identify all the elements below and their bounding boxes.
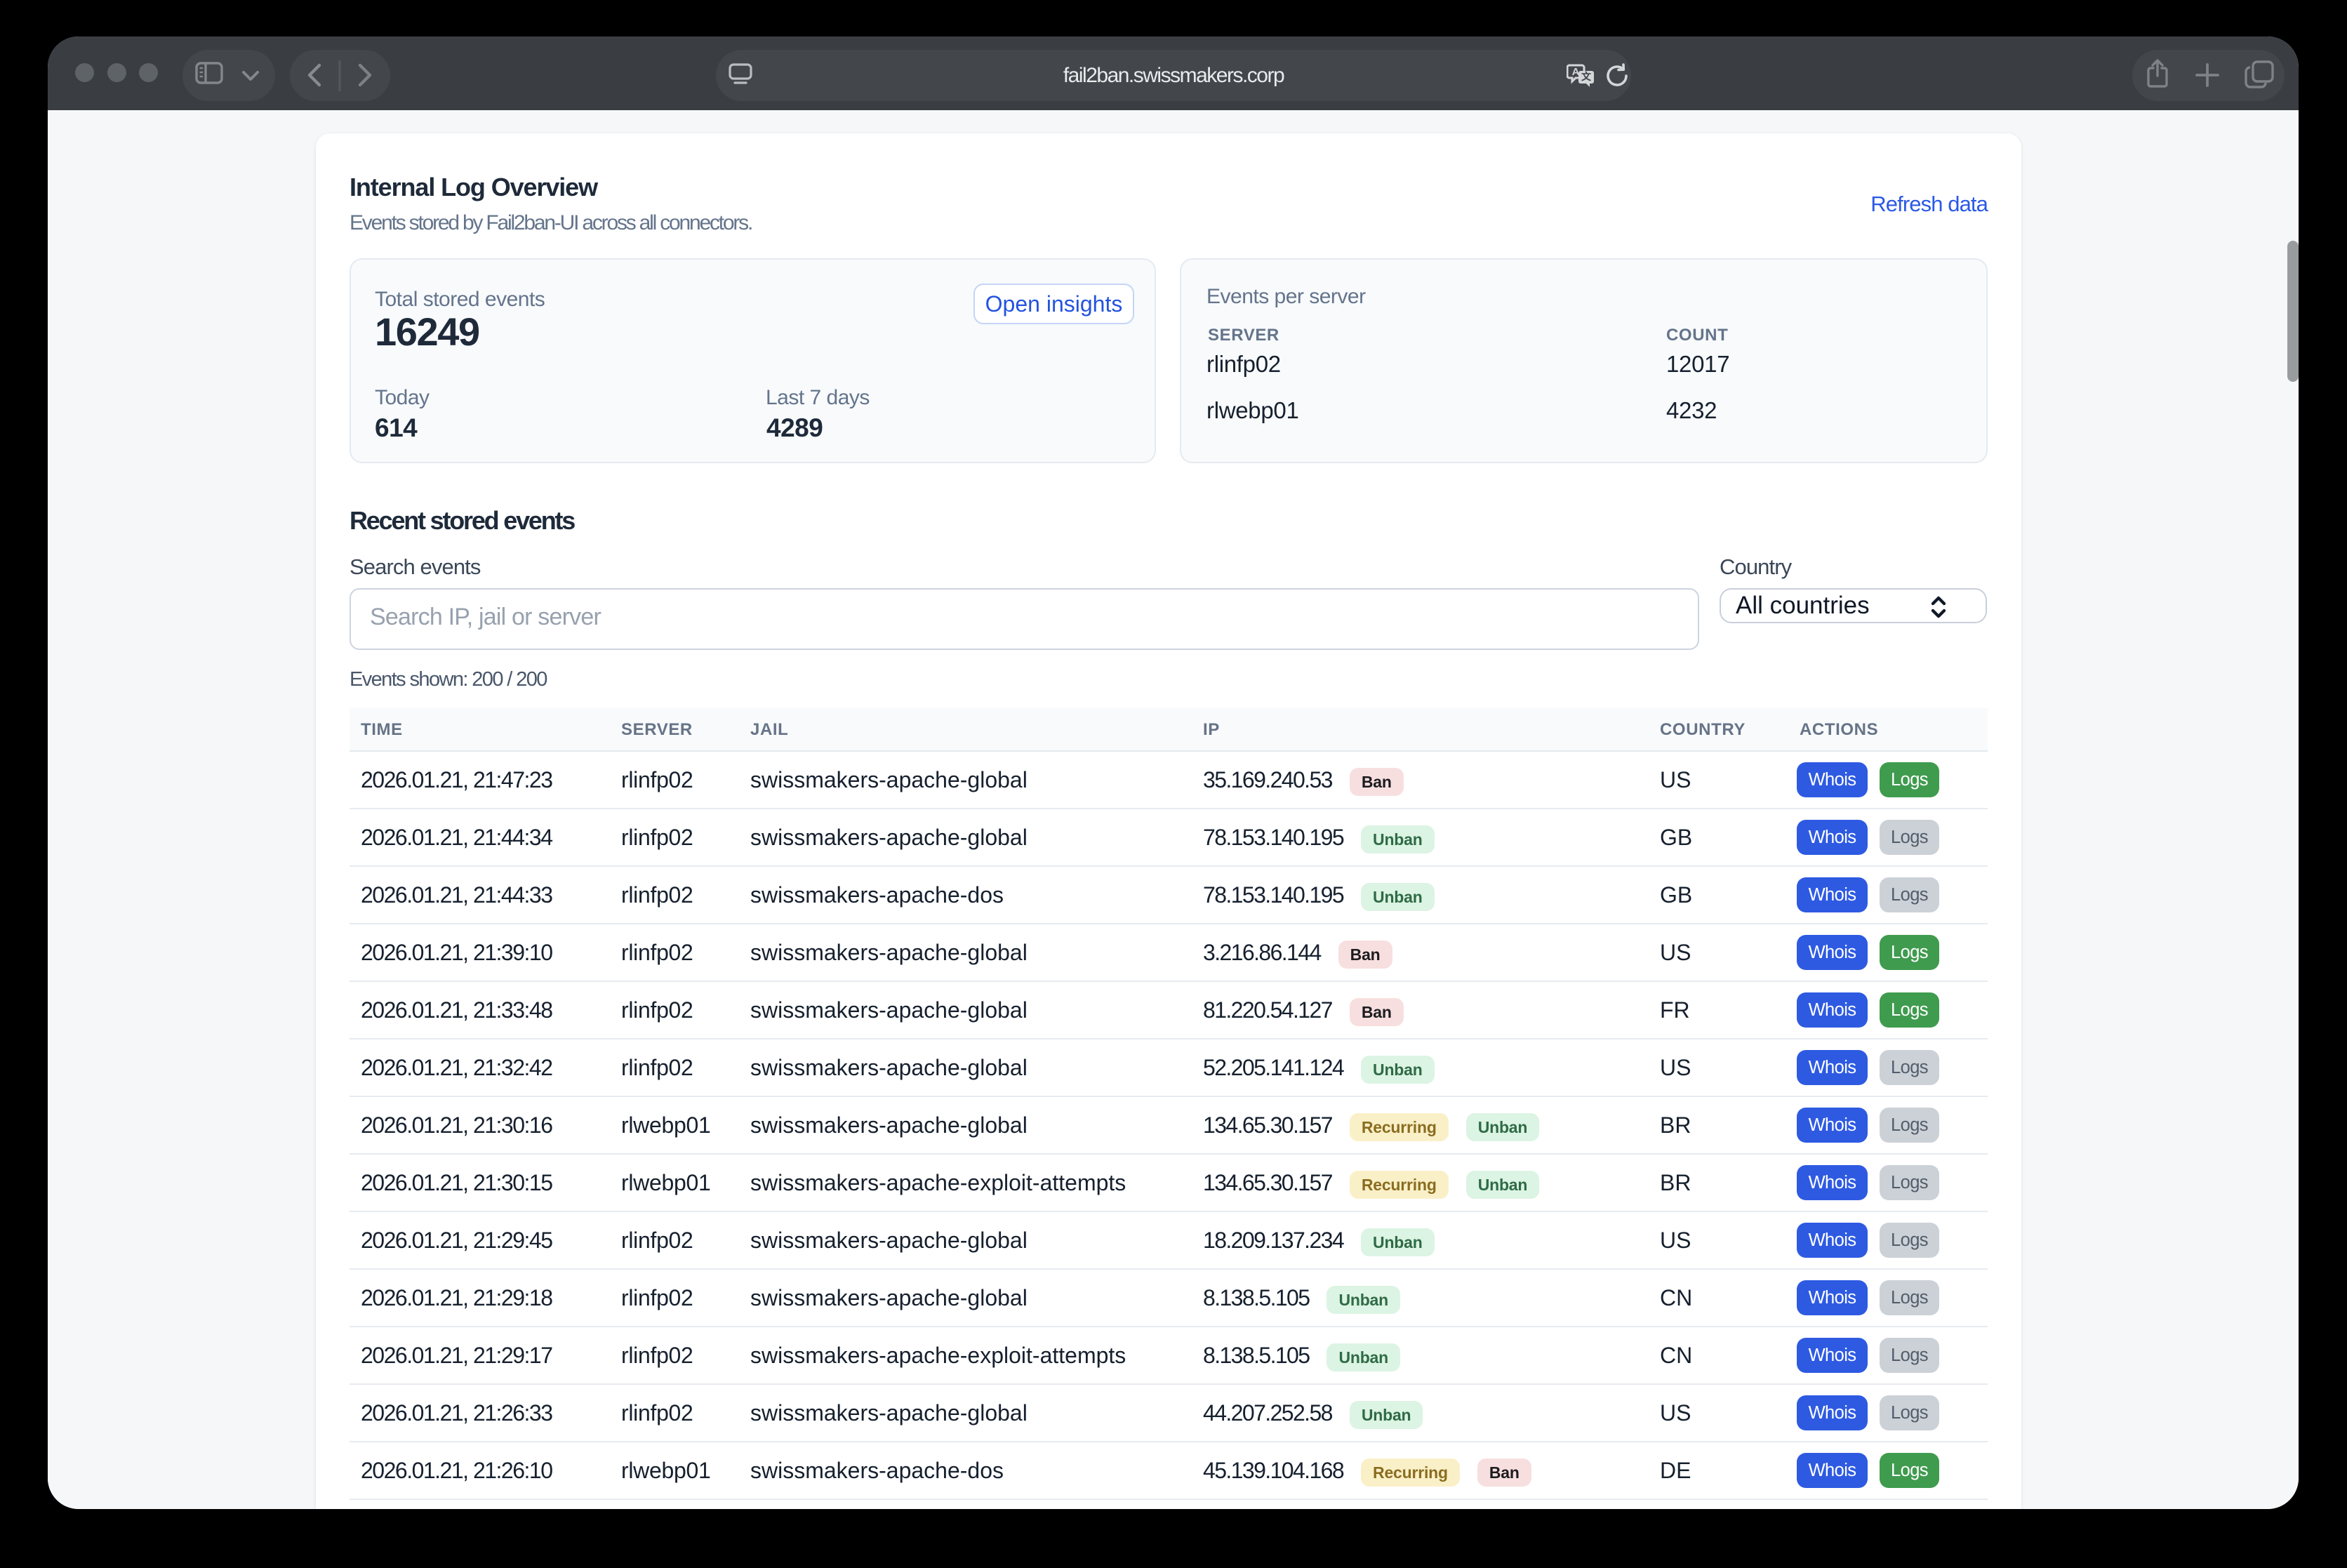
svg-text:A: A (1572, 66, 1580, 78)
svg-text:文: 文 (1581, 71, 1592, 82)
